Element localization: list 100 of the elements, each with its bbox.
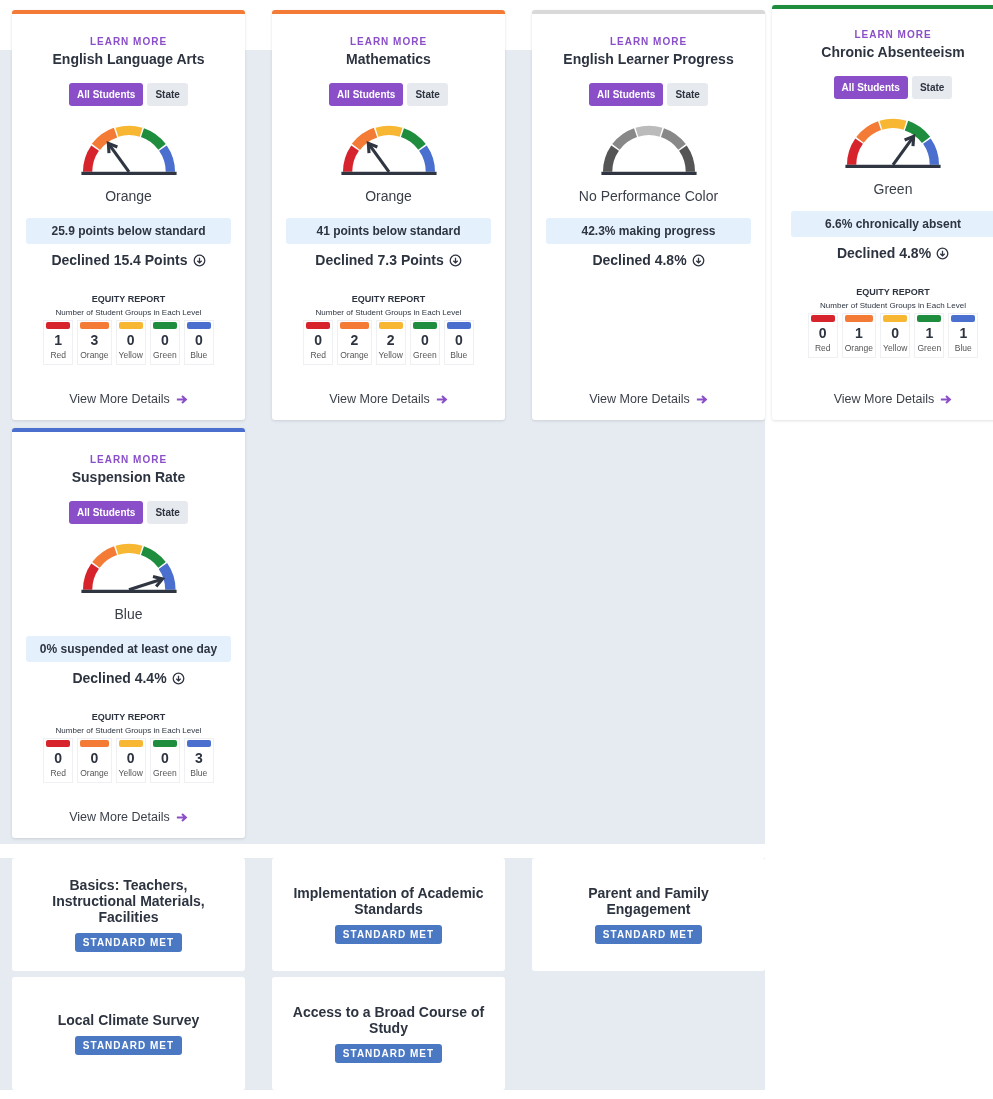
student-group-tab[interactable]: All Students xyxy=(589,83,664,106)
level-count: 0 xyxy=(454,332,463,348)
level-count: 2 xyxy=(350,332,359,348)
status-summary: 6.6% chronically absent xyxy=(790,211,993,237)
local-indicator-title: Access to a Broad Course of Study xyxy=(291,1004,486,1036)
view-more-details-link[interactable]: View More Details xyxy=(589,392,708,406)
level-label: Blue xyxy=(450,350,468,360)
indicator-title: Chronic Absenteeism xyxy=(821,44,965,60)
level-count: 0 xyxy=(90,750,99,766)
view-more-details-link[interactable]: View More Details xyxy=(833,392,953,406)
level-label: Green xyxy=(413,350,437,360)
view-more-details-link[interactable]: View More Details xyxy=(69,392,188,406)
standard-met-badge: STANDARD MET xyxy=(334,1044,443,1063)
level-count: 3 xyxy=(90,332,99,348)
level-label: Blue xyxy=(190,768,208,778)
level-label: Orange xyxy=(80,768,109,778)
down-arrow-circle-icon xyxy=(192,253,206,267)
level-count: 0 xyxy=(160,750,169,766)
right-arrow-icon xyxy=(175,393,188,405)
level-count: 0 xyxy=(194,332,203,348)
level-label: Blue xyxy=(954,343,972,353)
local-indicator-title: Parent and Family Engagement xyxy=(587,885,710,917)
local-indicator-title: Local Climate Survey xyxy=(57,1012,200,1028)
down-arrow-circle-icon xyxy=(936,246,950,260)
level-label: Yellow xyxy=(883,343,908,353)
level-count: 0 xyxy=(126,332,135,348)
level-count: 0 xyxy=(420,332,429,348)
view-more-details-link[interactable]: View More Details xyxy=(69,810,188,824)
student-group-tab[interactable]: All Students xyxy=(329,83,404,106)
change-text: Declined 4.4% xyxy=(72,670,167,686)
right-arrow-icon xyxy=(435,393,448,405)
change-text: Declined 15.4 Points xyxy=(51,252,188,268)
equity-report-subtitle: Number of Student Groups in Each Level xyxy=(55,726,202,735)
level-count: 1 xyxy=(959,325,968,341)
level-count: 2 xyxy=(386,332,395,348)
level-count: 0 xyxy=(54,750,63,766)
level-count: 3 xyxy=(194,750,203,766)
learn-more-link[interactable]: LEARN MORE xyxy=(609,36,688,47)
level-label: Green xyxy=(153,350,177,360)
performance-color-label: Orange xyxy=(105,188,152,204)
level-count: 1 xyxy=(854,325,863,341)
performance-color-label: No Performance Color xyxy=(578,188,719,204)
level-label: Red xyxy=(814,343,831,353)
change-text: Declined 7.3 Points xyxy=(315,252,444,268)
indicator-title: English Language Arts xyxy=(52,51,205,67)
down-arrow-circle-icon xyxy=(691,253,705,267)
right-arrow-icon xyxy=(940,393,953,405)
level-label: Yellow xyxy=(118,768,143,778)
level-label: Red xyxy=(50,768,66,778)
student-group-tab[interactable]: State xyxy=(147,501,188,524)
student-group-tab[interactable]: All Students xyxy=(69,83,144,106)
status-summary: 42.3% making progress xyxy=(546,218,751,244)
level-count: 0 xyxy=(160,332,169,348)
student-group-tab[interactable]: State xyxy=(911,76,953,99)
level-label: Yellow xyxy=(118,350,143,360)
down-arrow-circle-icon xyxy=(171,671,185,685)
student-group-tab[interactable]: All Students xyxy=(833,76,908,99)
change-text: Declined 4.8% xyxy=(836,245,932,261)
equity-report-subtitle: Number of Student Groups in Each Level xyxy=(315,308,462,317)
right-arrow-icon xyxy=(695,393,708,405)
equity-report-title: EQUITY REPORT xyxy=(351,294,426,304)
right-arrow-icon xyxy=(175,811,188,823)
learn-more-link[interactable]: LEARN MORE xyxy=(89,454,168,465)
level-count: 0 xyxy=(314,332,323,348)
level-count: 0 xyxy=(891,325,900,341)
level-label: Orange xyxy=(80,350,109,360)
equity-report-subtitle: Number of Student Groups in Each Level xyxy=(820,301,966,310)
student-group-tab[interactable]: State xyxy=(147,83,188,106)
level-count: 1 xyxy=(925,325,934,341)
level-label: Yellow xyxy=(378,350,403,360)
standard-met-badge: STANDARD MET xyxy=(334,925,443,944)
local-indicator-title: Implementation of Academic Standards xyxy=(292,885,485,917)
status-summary: 0% suspended at least one day xyxy=(26,636,231,662)
student-group-tab[interactable]: State xyxy=(407,83,448,106)
equity-report-title: EQUITY REPORT xyxy=(856,287,930,297)
level-count: 0 xyxy=(126,750,135,766)
standard-met-badge: STANDARD MET xyxy=(74,933,183,952)
learn-more-link[interactable]: LEARN MORE xyxy=(854,29,932,40)
local-indicator-title: Basics: Teachers, Instructional Materials, Facilities xyxy=(51,877,206,925)
level-label: Green xyxy=(153,768,177,778)
status-summary: 25.9 points below standard xyxy=(26,218,231,244)
view-more-details-link[interactable]: View More Details xyxy=(329,392,448,406)
equity-report-title: EQUITY REPORT xyxy=(91,294,166,304)
performance-color-label: Orange xyxy=(365,188,412,204)
down-arrow-circle-icon xyxy=(448,253,462,267)
student-group-tab[interactable]: State xyxy=(667,83,708,106)
performance-color-label: Blue xyxy=(114,606,143,622)
change-text: Declined 4.8% xyxy=(592,252,687,268)
status-summary: 41 points below standard xyxy=(286,218,491,244)
level-label: Orange xyxy=(844,343,874,353)
level-label: Blue xyxy=(190,350,208,360)
equity-report-title: EQUITY REPORT xyxy=(91,712,166,722)
learn-more-link[interactable]: LEARN MORE xyxy=(89,36,168,47)
student-group-tab[interactable]: All Students xyxy=(69,501,144,524)
performance-color-label: Green xyxy=(873,181,913,197)
equity-report-subtitle: Number of Student Groups in Each Level xyxy=(55,308,202,317)
standard-met-badge: STANDARD MET xyxy=(594,925,703,944)
indicator-title: English Learner Progress xyxy=(563,51,734,67)
learn-more-link[interactable]: LEARN MORE xyxy=(349,36,428,47)
level-label: Green xyxy=(917,343,942,353)
